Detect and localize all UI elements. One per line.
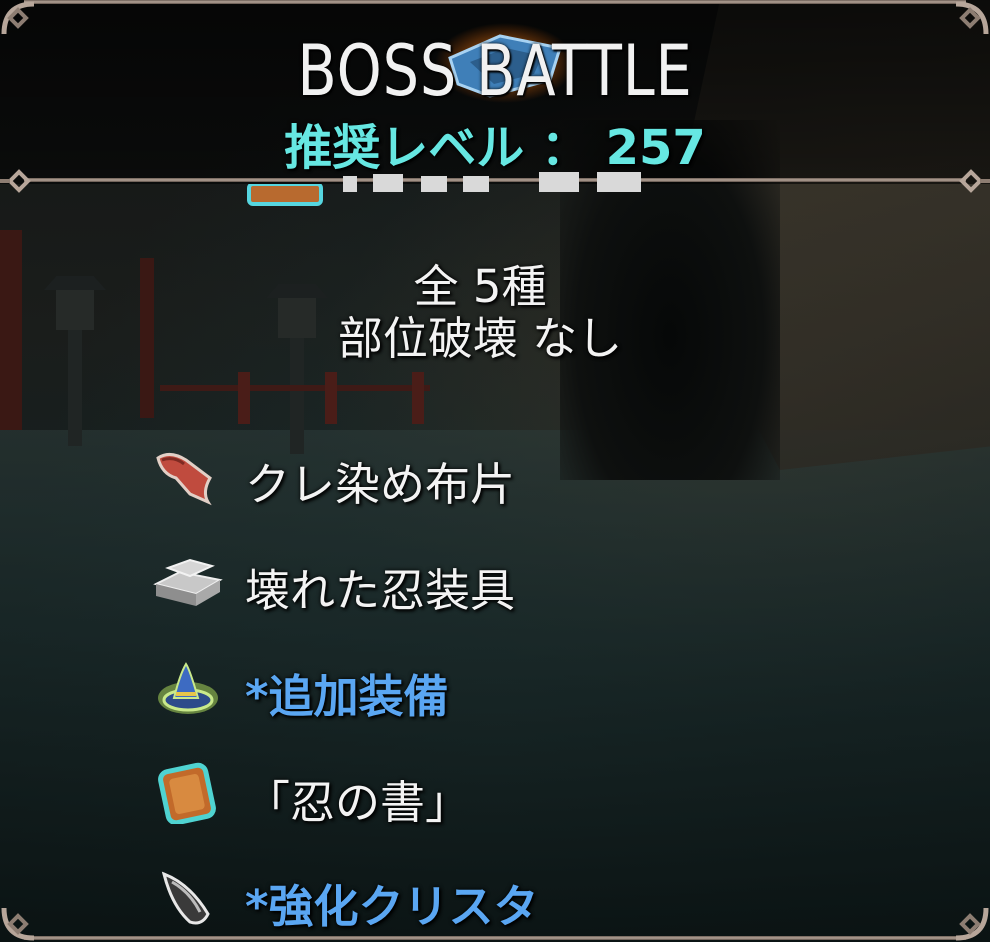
metal-ingot-icon	[153, 558, 223, 606]
drop-item[interactable]: 壊れた忍装具	[150, 546, 850, 617]
drop-item-name: 「忍の書」	[245, 776, 471, 829]
corner-ornament-icon	[955, 1, 989, 35]
corner-ornament-icon	[955, 907, 989, 941]
drop-item-name: *追加装備	[245, 670, 449, 723]
frame-bottom-border	[24, 936, 966, 940]
fence-rail	[160, 385, 430, 391]
drop-item[interactable]: クレ染め布片	[150, 440, 850, 511]
corner-ornament-icon	[1, 1, 35, 35]
book-icon	[158, 762, 216, 824]
fence-post	[325, 372, 337, 424]
scrolled-section-header	[343, 172, 641, 192]
drop-item[interactable]: *強化クリスタ	[150, 862, 850, 933]
fence-post	[238, 372, 250, 424]
frame-top-border	[24, 0, 966, 4]
corner-ornament-icon	[1, 907, 35, 941]
boss-battle-title: BOSS BATTLE	[297, 30, 693, 112]
crystal-icon	[161, 871, 210, 925]
fence-post	[412, 372, 424, 424]
drop-item[interactable]: *追加装備	[150, 652, 850, 723]
part-break-info: 部位破壊 なし	[337, 312, 623, 365]
cloth-icon	[156, 453, 212, 506]
drop-item-name: クレ染め布片	[245, 458, 516, 511]
drop-item-name: 壊れた忍装具	[245, 564, 516, 617]
drop-item[interactable]: 「忍の書」	[150, 758, 850, 829]
drop-item-name: *強化クリスタ	[245, 880, 539, 933]
wizard-hat-icon	[158, 662, 218, 714]
scrolled-item-icon	[247, 184, 323, 206]
